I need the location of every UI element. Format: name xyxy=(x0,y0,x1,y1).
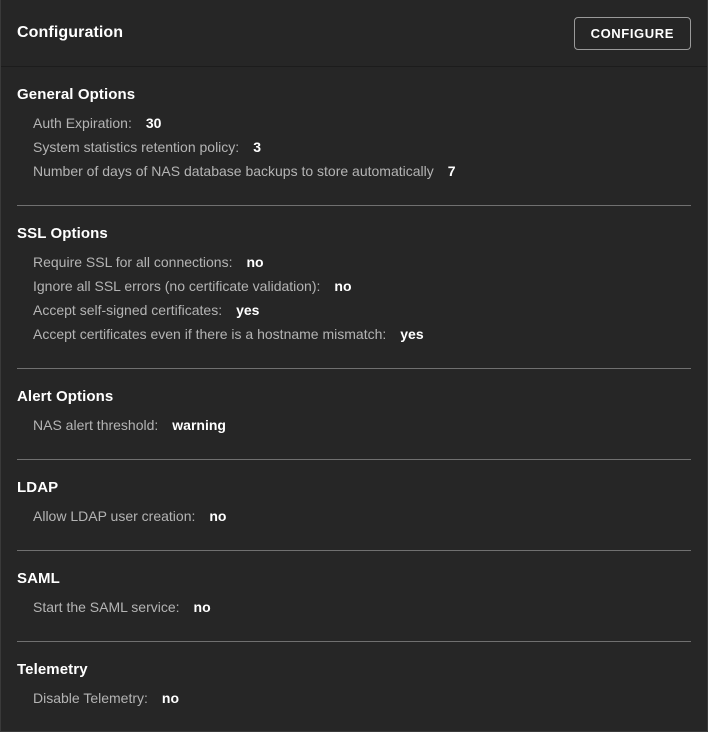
config-row-value: yes xyxy=(236,302,259,318)
config-section: SAML Start the SAML service: no xyxy=(1,551,707,641)
config-row-label: Number of days of NAS database backups t… xyxy=(33,163,434,179)
config-row: Start the SAML service: no xyxy=(17,599,691,623)
config-row: System statistics retention policy: 3 xyxy=(17,139,691,163)
config-row-label: Allow LDAP user creation: xyxy=(33,508,195,524)
config-row: Accept certificates even if there is a h… xyxy=(17,326,691,350)
config-row-value: no xyxy=(246,254,263,270)
config-rows: Disable Telemetry: no xyxy=(17,680,691,731)
config-row-label: Auth Expiration: xyxy=(33,115,132,131)
panel-header: Configuration CONFIGURE xyxy=(1,0,707,67)
config-row-value: no xyxy=(209,508,226,524)
config-row-value: no xyxy=(334,278,351,294)
config-row-value: 7 xyxy=(448,163,456,179)
config-row-label: Start the SAML service: xyxy=(33,599,180,615)
config-rows: Require SSL for all connections: no Ignore… xyxy=(17,244,691,368)
config-row: Auth Expiration: 30 xyxy=(17,115,691,139)
config-row-value: 30 xyxy=(146,115,162,131)
config-row-value: no xyxy=(194,599,211,615)
section-heading: General Options xyxy=(17,67,691,105)
configuration-panel: Configuration CONFIGURE General Options A… xyxy=(0,0,708,732)
configure-button[interactable]: CONFIGURE xyxy=(574,17,691,50)
config-row-label: Ignore all SSL errors (no certificate va… xyxy=(33,278,320,294)
config-rows: NAS alert threshold: warning xyxy=(17,407,691,459)
config-rows: Allow LDAP user creation: no xyxy=(17,498,691,550)
config-row-value: warning xyxy=(172,417,226,433)
config-row: Require SSL for all connections: no xyxy=(17,254,691,278)
section-heading: Alert Options xyxy=(17,369,691,407)
config-row: Ignore all SSL errors (no certificate va… xyxy=(17,278,691,302)
config-row-label: System statistics retention policy: xyxy=(33,139,239,155)
config-row-label: Require SSL for all connections: xyxy=(33,254,232,270)
section-heading: LDAP xyxy=(17,460,691,498)
config-row-value: 3 xyxy=(253,139,261,155)
config-rows: Start the SAML service: no xyxy=(17,589,691,641)
config-row-label: Accept self-signed certificates: xyxy=(33,302,222,318)
config-row: Accept self-signed certificates: yes xyxy=(17,302,691,326)
config-row: Number of days of NAS database backups t… xyxy=(17,163,691,187)
page-title: Configuration xyxy=(17,24,123,42)
config-row-label: Accept certificates even if there is a h… xyxy=(33,326,386,342)
config-section: Telemetry Disable Telemetry: no xyxy=(1,642,707,731)
config-section: Alert Options NAS alert threshold: warning xyxy=(1,369,707,459)
config-row-label: Disable Telemetry: xyxy=(33,690,148,706)
config-section: SSL Options Require SSL for all connectio… xyxy=(1,206,707,368)
config-row-value: no xyxy=(162,690,179,706)
config-row: Allow LDAP user creation: no xyxy=(17,508,691,532)
config-row: NAS alert threshold: warning xyxy=(17,417,691,441)
config-section: LDAP Allow LDAP user creation: no xyxy=(1,460,707,550)
config-section: General Options Auth Expiration: 30 System … xyxy=(1,67,707,205)
config-row-label: NAS alert threshold: xyxy=(33,417,158,433)
panel-body: General Options Auth Expiration: 30 System … xyxy=(1,67,707,731)
config-row: Disable Telemetry: no xyxy=(17,690,691,714)
config-rows: Auth Expiration: 30 System statistics rete… xyxy=(17,105,691,205)
config-row-value: yes xyxy=(400,326,423,342)
section-heading: SSL Options xyxy=(17,206,691,244)
section-heading: Telemetry xyxy=(17,642,691,680)
section-heading: SAML xyxy=(17,551,691,589)
